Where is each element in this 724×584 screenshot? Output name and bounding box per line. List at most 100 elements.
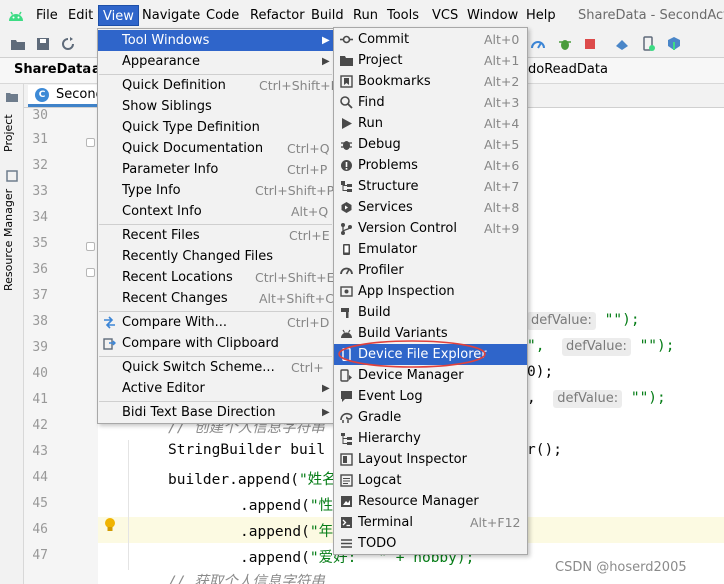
indent-guide	[128, 466, 129, 492]
tool-window-item-device-file-explorer[interactable]: Device File Explorer	[334, 344, 527, 365]
device-icon	[342, 348, 351, 361]
android-icon	[341, 329, 352, 338]
view-menu-item-active-editor[interactable]: Active Editor ▶	[98, 378, 333, 399]
menu-run[interactable]: Run	[349, 5, 382, 26]
open-folder-icon[interactable]	[10, 36, 26, 52]
emulator-icon	[343, 244, 350, 255]
tool-window-item-emulator[interactable]: Emulator	[334, 239, 527, 260]
param-hint: defValue:	[561, 338, 631, 356]
view-menu-item-recent-locations[interactable]: Recent Locations Ctrl+Shift+E	[98, 267, 335, 288]
line-number: 34	[32, 210, 48, 225]
view-menu-item-recent-files[interactable]: Recent Files Ctrl+E	[98, 225, 333, 246]
tool-window-item-todo[interactable]: TODO	[334, 533, 527, 554]
line-number: 37	[32, 288, 48, 303]
menu-file[interactable]: File	[32, 5, 62, 26]
view-menu-item-compare-with-clipboard[interactable]: Compare with Clipboard	[98, 333, 333, 354]
menu-edit[interactable]: Edit	[64, 5, 97, 26]
tool-window-item-event-log[interactable]: Event Log	[334, 386, 527, 407]
tool-window-item-debug[interactable]: Debug Alt+5	[334, 134, 527, 155]
fold-marker-icon[interactable]	[86, 138, 95, 147]
tool-window-item-build[interactable]: Build	[334, 302, 527, 323]
view-menu-item-tool-windows[interactable]: Tool Windows ▶	[98, 30, 333, 51]
view-menu-item-quick-documentation[interactable]: Quick Documentation Ctrl+Q	[98, 138, 333, 159]
tool-window-item-terminal[interactable]: Terminal Alt+F12	[334, 512, 527, 533]
save-icon[interactable]	[35, 36, 51, 52]
tool-window-item-bookmarks[interactable]: Bookmarks Alt+2	[334, 71, 527, 92]
view-menu-item-recent-changes[interactable]: Recent Changes Alt+Shift+C	[98, 288, 334, 309]
tool-window-item-logcat[interactable]: Logcat	[334, 470, 527, 491]
event-log-icon	[341, 391, 352, 402]
compare-icon	[104, 316, 115, 329]
view-menu-item-context-info[interactable]: Context Info Alt+Q	[98, 201, 333, 222]
code-line-44: builder.append("姓名	[168, 472, 337, 488]
tool-window-item-structure[interactable]: Structure Alt+7	[334, 176, 527, 197]
menu-view[interactable]: View	[98, 5, 139, 26]
stop-icon[interactable]	[582, 36, 598, 52]
line-number: 46	[32, 522, 48, 537]
tool-window-item-version-control[interactable]: Version Control Alt+9	[334, 218, 527, 239]
tab-project[interactable]: Project	[2, 106, 22, 160]
tool-window-item-device-manager[interactable]: Device Manager	[334, 365, 527, 386]
tool-window-item-app-inspection[interactable]: App Inspection	[334, 281, 527, 302]
tool-window-item-find[interactable]: Find Alt+3	[334, 92, 527, 113]
view-menu-item-quick-definition[interactable]: Quick Definition Ctrl+Shift+I	[98, 75, 334, 96]
device-manager-toolbar-icon[interactable]	[640, 36, 656, 52]
submenu-arrow-icon: ▶	[322, 56, 330, 67]
fold-marker-icon[interactable]	[86, 242, 95, 251]
view-menu-item-show-siblings[interactable]: Show Siblings	[98, 96, 333, 117]
sync-gradle-icon[interactable]	[614, 36, 630, 52]
tool-window-item-gradle[interactable]: Gradle	[334, 407, 527, 428]
view-menu-item-bidi-text-base-direction[interactable]: Bidi Text Base Direction ▶	[98, 402, 333, 423]
gauge-icon[interactable]	[530, 36, 546, 52]
view-menu-item-parameter-info[interactable]: Parameter Info Ctrl+P	[98, 159, 333, 180]
menu-tools[interactable]: Tools	[383, 5, 423, 26]
tool-window-item-profiler[interactable]: Profiler	[334, 260, 527, 281]
menu-vcs[interactable]: VCS	[428, 5, 462, 26]
fold-marker-icon[interactable]	[86, 268, 95, 277]
menu-window[interactable]: Window	[463, 5, 522, 26]
breadcrumb-method[interactable]: doReadData	[528, 62, 608, 77]
tool-window-item-project[interactable]: Project Alt+1	[334, 50, 527, 71]
editor-gutter: 30 31 32 33 34 35 36 37 38 39 40 41 42 4…	[24, 108, 98, 584]
problems-icon	[341, 160, 352, 171]
menu-build[interactable]: Build	[307, 5, 348, 26]
sync-icon[interactable]	[60, 36, 76, 52]
tool-window-item-problems[interactable]: Problems Alt+6	[334, 155, 527, 176]
view-menu: Tool Windows ▶ Appearance ▶ Quick Defini…	[97, 28, 335, 424]
resource-manager-icon	[341, 496, 352, 507]
tool-window-item-layout-inspector[interactable]: Layout Inspector	[334, 449, 527, 470]
view-menu-item-quick-type-definition[interactable]: Quick Type Definition	[98, 117, 333, 138]
view-menu-item-compare-with[interactable]: Compare With... Ctrl+D	[98, 312, 333, 333]
tool-window-item-services[interactable]: Services Alt+8	[334, 197, 527, 218]
clipboard-compare-icon	[103, 338, 116, 350]
menu-help[interactable]: Help	[522, 5, 560, 26]
bug-icon	[341, 141, 352, 150]
sdk-manager-icon[interactable]	[666, 36, 682, 52]
tool-window-item-build-variants[interactable]: Build Variants	[334, 323, 527, 344]
line-number: 44	[32, 470, 48, 485]
run-icon	[342, 118, 352, 129]
code-line-40: 0);	[527, 364, 554, 380]
line-number: 30	[32, 108, 48, 123]
tool-window-item-resource-manager[interactable]: Resource Manager	[334, 491, 527, 512]
menu-refactor[interactable]: Refactor	[246, 5, 309, 26]
menu-code[interactable]: Code	[202, 5, 243, 26]
view-menu-item-type-info[interactable]: Type Info Ctrl+Shift+P	[98, 180, 334, 201]
debug-bug-icon[interactable]	[557, 36, 573, 52]
menu-navigate[interactable]: Navigate	[138, 5, 204, 26]
submenu-arrow-icon: ▶	[322, 407, 330, 418]
lightbulb-icon[interactable]	[104, 517, 116, 533]
line-number: 45	[32, 496, 48, 511]
tool-window-item-hierarchy[interactable]: Hierarchy	[334, 428, 527, 449]
tool-window-item-commit[interactable]: Commit Alt+0	[334, 29, 527, 50]
structure-icon	[341, 181, 352, 192]
view-menu-item-recently-changed-files[interactable]: Recently Changed Files	[98, 246, 333, 267]
view-menu-item-quick-switch-scheme[interactable]: Quick Switch Scheme... Ctrl+	[98, 357, 333, 378]
tab-resource-manager[interactable]: Resource Manager	[2, 184, 22, 296]
view-menu-item-appearance[interactable]: Appearance ▶	[98, 51, 333, 72]
line-number: 41	[32, 392, 48, 407]
line-number: 38	[32, 314, 48, 329]
tool-window-item-run[interactable]: Run Alt+4	[334, 113, 527, 134]
param-hint: defValue:	[553, 390, 623, 408]
breadcrumb-project[interactable]: ShareData	[14, 62, 91, 77]
